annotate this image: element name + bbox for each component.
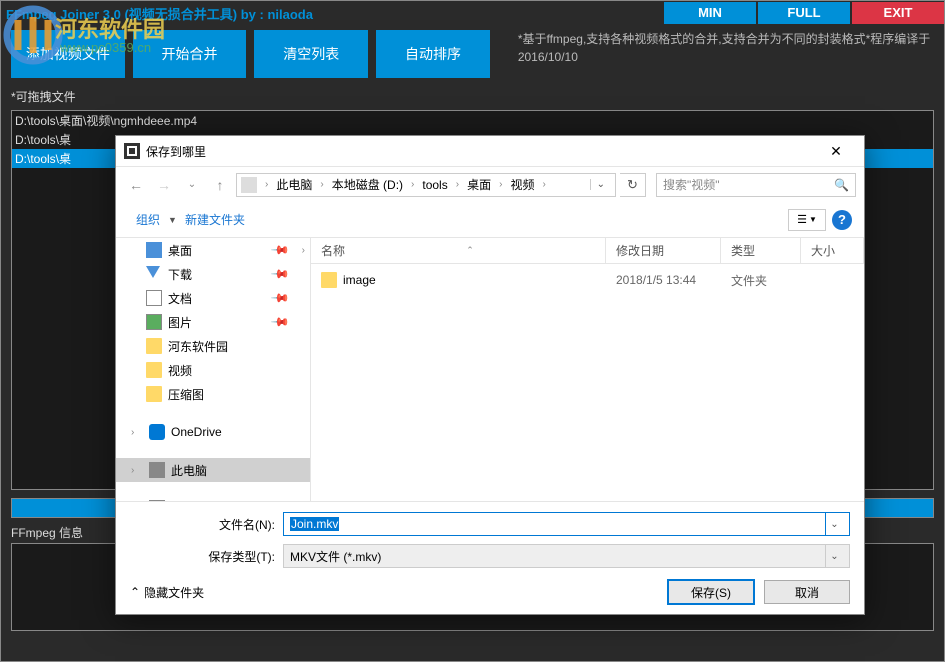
file-item[interactable]: D:\tools\桌面\视频\ngmhdeee.mp4 xyxy=(12,111,933,130)
breadcrumb-item[interactable]: tools xyxy=(420,178,449,192)
chevron-right-icon[interactable]: › xyxy=(452,179,463,190)
pin-icon: 📌 xyxy=(270,240,290,260)
sidebar-downloads[interactable]: 下载📌 xyxy=(116,262,310,286)
info-text: *基于ffmpeg,支持各种视频格式的合并,支持合并为不同的封装格式*程序编译于… xyxy=(498,30,934,66)
nav-recent-button[interactable]: ⌄ xyxy=(180,173,204,197)
breadcrumb-item[interactable]: 本地磁盘 (D:) xyxy=(330,176,405,193)
chevron-right-icon[interactable]: › xyxy=(261,179,272,190)
folder-icon xyxy=(146,386,162,402)
refresh-button[interactable]: ↻ xyxy=(620,173,646,197)
toolbar: 添加视频文件 开始合并 清空列表 自动排序 *基于ffmpeg,支持各种视频格式… xyxy=(1,25,944,83)
file-browser-list[interactable]: image 2018/1/5 13:44 文件夹 xyxy=(311,264,864,501)
nav-forward-button[interactable]: → xyxy=(152,173,176,197)
sidebar-hedong[interactable]: 河东软件园 xyxy=(116,334,310,358)
download-icon xyxy=(146,266,162,282)
view-mode-button[interactable]: ☰ ▼ xyxy=(788,209,826,231)
document-icon xyxy=(146,290,162,306)
dialog-title-bar[interactable]: 保存到哪里 ✕ xyxy=(116,136,864,166)
sidebar-pictures[interactable]: 图片📌 xyxy=(116,310,310,334)
chevron-right-icon[interactable]: › xyxy=(131,427,143,438)
sidebar-desktop[interactable]: 桌面📌› xyxy=(116,238,310,262)
sidebar-documents[interactable]: 文档📌 xyxy=(116,286,310,310)
folder-icon xyxy=(146,338,162,354)
dialog-title: 保存到哪里 xyxy=(146,143,816,160)
dropdown-icon[interactable]: ▼ xyxy=(168,215,177,225)
minimize-button[interactable]: MIN xyxy=(664,2,756,24)
dialog-body: 桌面📌› 下载📌 文档📌 图片📌 河东软件园 视频 压缩图 ›OneDrive … xyxy=(116,238,864,501)
sidebar-onedrive[interactable]: ›OneDrive xyxy=(116,420,310,444)
breadcrumb-item[interactable]: 此电脑 xyxy=(274,176,314,193)
filetype-label: 保存类型(T): xyxy=(130,548,275,565)
column-headers: 名称⌃ 修改日期 类型 大小 xyxy=(311,238,864,264)
auto-sort-button[interactable]: 自动排序 xyxy=(376,30,490,78)
breadcrumb-dropdown[interactable]: ⌄ xyxy=(590,179,611,190)
chevron-right-icon[interactable]: › xyxy=(131,465,143,476)
filename-input[interactable]: Join.mkv ⌄ xyxy=(283,512,850,536)
pc-icon xyxy=(241,177,257,193)
sidebar-this-pc[interactable]: ›此电脑 xyxy=(116,458,310,482)
search-placeholder: 搜索"视频" xyxy=(663,176,720,193)
exit-button[interactable]: EXIT xyxy=(852,2,944,24)
chevron-right-icon[interactable]: › xyxy=(302,245,305,256)
cancel-button[interactable]: 取消 xyxy=(764,580,850,604)
filetype-select[interactable]: MKV文件 (*.mkv) ⌄ xyxy=(283,544,850,568)
folder-icon xyxy=(321,272,337,288)
sort-icon: ⌃ xyxy=(466,245,474,256)
list-item[interactable]: image 2018/1/5 13:44 文件夹 xyxy=(311,268,864,292)
breadcrumb-item[interactable]: 桌面 xyxy=(465,176,493,193)
dialog-sidebar: 桌面📌› 下载📌 文档📌 图片📌 河东软件园 视频 压缩图 ›OneDrive … xyxy=(116,238,311,501)
onedrive-icon xyxy=(149,424,165,440)
chevron-right-icon[interactable]: › xyxy=(495,179,506,190)
help-button[interactable]: ? xyxy=(832,210,852,230)
dialog-content: 名称⌃ 修改日期 类型 大小 image 2018/1/5 13:44 文件夹 xyxy=(311,238,864,501)
network-icon xyxy=(149,500,165,501)
save-dialog: 保存到哪里 ✕ ← → ⌄ ↑ › 此电脑 › 本地磁盘 (D:) › tool… xyxy=(115,135,865,615)
chevron-right-icon[interactable]: › xyxy=(538,179,549,190)
fullscreen-button[interactable]: FULL xyxy=(758,2,850,24)
clear-list-button[interactable]: 清空列表 xyxy=(254,30,368,78)
search-icon[interactable]: 🔍 xyxy=(834,178,849,192)
nav-back-button[interactable]: ← xyxy=(124,173,148,197)
dialog-icon xyxy=(124,143,140,159)
filename-label: 文件名(N): xyxy=(130,516,275,533)
dropdown-icon[interactable]: ⌄ xyxy=(825,545,843,567)
column-name[interactable]: 名称⌃ xyxy=(311,238,606,263)
sidebar-video[interactable]: 视频 xyxy=(116,358,310,382)
pc-icon xyxy=(149,462,165,478)
dialog-footer: 文件名(N): Join.mkv ⌄ 保存类型(T): MKV文件 (*.mkv… xyxy=(116,501,864,614)
close-button[interactable]: ✕ xyxy=(816,143,856,160)
start-merge-button[interactable]: 开始合并 xyxy=(133,30,247,78)
column-size[interactable]: 大小 xyxy=(801,238,864,263)
new-folder-button[interactable]: 新建文件夹 xyxy=(177,211,253,228)
save-button[interactable]: 保存(S) xyxy=(668,580,754,604)
chevron-right-icon[interactable]: › xyxy=(407,179,418,190)
dialog-toolbar: 组织 ▼ 新建文件夹 ☰ ▼ ? xyxy=(116,202,864,238)
organize-menu[interactable]: 组织 xyxy=(128,211,168,228)
dialog-nav: ← → ⌄ ↑ › 此电脑 › 本地磁盘 (D:) › tools › 桌面 ›… xyxy=(116,166,864,202)
folder-icon xyxy=(146,362,162,378)
sidebar-yasuo[interactable]: 压缩图 xyxy=(116,382,310,406)
drag-hint: *可拖拽文件 xyxy=(1,83,944,110)
pin-icon: 📌 xyxy=(270,312,290,332)
breadcrumb[interactable]: › 此电脑 › 本地磁盘 (D:) › tools › 桌面 › 视频 › ⌄ xyxy=(236,173,616,197)
column-date[interactable]: 修改日期 xyxy=(606,238,721,263)
pin-icon: 📌 xyxy=(270,288,290,308)
dropdown-icon[interactable]: ⌄ xyxy=(825,513,843,535)
sidebar-network[interactable]: ›网络 xyxy=(116,496,310,501)
search-input[interactable]: 搜索"视频" 🔍 xyxy=(656,173,856,197)
breadcrumb-item[interactable]: 视频 xyxy=(508,176,536,193)
column-type[interactable]: 类型 xyxy=(721,238,801,263)
chevron-up-icon: ⌃ xyxy=(130,585,140,599)
app-title: FFmpeg Joiner 3.0 (视频无损合并工具) by : nilaod… xyxy=(1,4,664,23)
add-video-button[interactable]: 添加视频文件 xyxy=(11,30,125,78)
title-bar: FFmpeg Joiner 3.0 (视频无损合并工具) by : nilaod… xyxy=(1,1,944,25)
pin-icon: 📌 xyxy=(270,264,290,284)
nav-up-button[interactable]: ↑ xyxy=(208,173,232,197)
hide-folders-toggle[interactable]: ⌃隐藏文件夹 xyxy=(130,584,204,601)
chevron-right-icon[interactable]: › xyxy=(316,179,327,190)
pictures-icon xyxy=(146,314,162,330)
desktop-icon xyxy=(146,242,162,258)
